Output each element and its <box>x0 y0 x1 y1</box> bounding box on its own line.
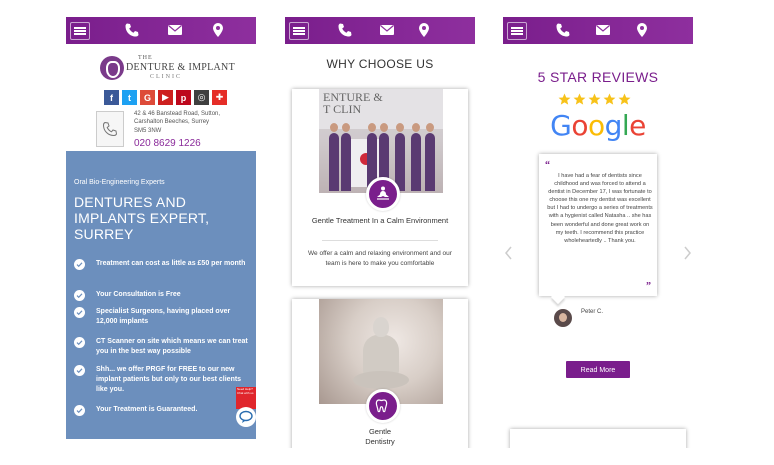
menu-icon[interactable] <box>289 22 309 40</box>
google-letter: e <box>629 109 646 142</box>
top-bar <box>66 17 256 44</box>
chevron-right-icon[interactable] <box>683 246 691 260</box>
instagram-icon[interactable]: ◎ <box>194 90 209 105</box>
meditation-icon <box>366 177 400 211</box>
check-icon <box>74 365 85 376</box>
logo-the: THE <box>138 55 153 61</box>
google-letter: g <box>604 109 623 142</box>
address-line: 42 & 46 Banstead Road, Sutton, <box>134 111 221 117</box>
logo-mark-icon <box>100 56 124 80</box>
feature-text: CT Scanner on site which means we can tr… <box>96 338 248 355</box>
chevron-left-icon[interactable] <box>505 246 513 260</box>
hero-heading: DENTURES AND IMPLANTS EXPERT, SURREY <box>74 194 210 242</box>
hero-kicker: Oral Bio-Engineering Experts <box>74 179 165 186</box>
google-letter: o <box>571 109 588 142</box>
section-title: 5 STAR REVIEWS <box>537 69 659 85</box>
card-title: Gentle Dentistry <box>365 427 395 446</box>
mail-icon[interactable] <box>595 22 611 38</box>
reviewer-name: Peter C. <box>581 309 604 315</box>
location-pin-icon[interactable] <box>210 22 226 38</box>
tooth-icon <box>366 389 400 423</box>
feature-text: Your Treatment is Guaranteed. <box>96 406 198 413</box>
check-icon <box>74 290 85 301</box>
menu-icon[interactable] <box>507 22 527 40</box>
close-quote-icon: ” <box>646 281 651 292</box>
review-card: “ I have had a fear of dentists since ch… <box>539 154 657 296</box>
star-icon <box>558 93 571 105</box>
star-icon <box>603 93 616 105</box>
menu-icon[interactable] <box>70 22 90 40</box>
star-icon <box>588 93 601 105</box>
pinterest-icon[interactable]: p <box>176 90 191 105</box>
feature-text: Your Consultation is Free <box>96 291 181 298</box>
feature-card-calm[interactable]: ENTURE & T CLIN Gentle Treatment In a Ca… <box>292 89 468 286</box>
card-divider <box>322 240 438 241</box>
clinic-sign: ENTURE & T CLIN <box>323 90 383 116</box>
google-letter: G <box>550 109 572 142</box>
check-icon <box>74 337 85 348</box>
google-plus-icon[interactable]: G <box>140 90 155 105</box>
feature-text: Specialist Surgeons, having placed over … <box>96 308 231 325</box>
address-line: Carshalton Beeches, Surrey <box>134 119 210 126</box>
phone-icon[interactable] <box>555 22 571 38</box>
logo-clinic: CLINIC <box>150 74 182 80</box>
address-phone-icon <box>96 111 124 147</box>
hero-section: Oral Bio-Engineering Experts DENTURES AN… <box>66 151 256 439</box>
screen-home: THE DENTURE & IMPLANT CLINIC f t G ▶ p ◎ ✚ 42 … <box>66 17 256 439</box>
facebook-icon[interactable]: f <box>104 90 119 105</box>
open-quote-icon: “ <box>545 160 550 171</box>
top-bar <box>503 17 693 44</box>
review-text: I have had a fear of dentists since chil… <box>547 173 653 244</box>
top-bar <box>285 17 475 44</box>
card-text: We offer a calm and relaxing environment… <box>308 250 452 267</box>
logo-name: DENTURE & IMPLANT <box>126 62 235 73</box>
location-pin-icon[interactable] <box>634 22 650 38</box>
clinic-logo[interactable]: THE DENTURE & IMPLANT CLINIC <box>100 54 235 86</box>
check-icon <box>74 307 85 318</box>
read-more-button[interactable]: Read More <box>566 361 630 378</box>
plus-icon[interactable]: ✚ <box>212 90 227 105</box>
feature-text: Treatment can cost as little as £50 per … <box>96 260 246 267</box>
next-section-card <box>510 429 686 448</box>
avatar <box>554 309 572 327</box>
chat-icon[interactable] <box>236 407 256 427</box>
check-icon <box>74 259 85 270</box>
youtube-icon[interactable]: ▶ <box>158 90 173 105</box>
address-line: SM5 3NW <box>134 127 162 134</box>
clinic-address: 42 & 46 Banstead Road, Sutton, Carshalto… <box>134 110 254 135</box>
feature-text: Shh... we offer PRGF for FREE to our new… <box>96 366 242 393</box>
star-rating <box>558 93 631 106</box>
star-icon <box>573 93 586 105</box>
feature-card-gentle[interactable]: Gentle Dentistry <box>292 299 468 448</box>
phone-icon[interactable] <box>124 22 140 38</box>
phone-number-link[interactable]: 020 8629 1226 <box>134 138 201 149</box>
twitter-icon[interactable]: t <box>122 90 137 105</box>
star-icon <box>618 93 631 105</box>
card-title: Gentle Treatment In a Calm Environment <box>311 216 449 225</box>
help-badge[interactable]: Need Help? Chat with us <box>236 387 256 409</box>
check-icon <box>74 405 85 416</box>
screen-reviews: 5 STAR REVIEWS Google “ I have had a fea… <box>503 17 693 448</box>
mail-icon[interactable] <box>379 22 395 38</box>
screen-why-choose-us: WHY CHOOSE US ENTURE & T CLIN Gentle Tre… <box>285 17 475 448</box>
phone-icon[interactable] <box>337 22 353 38</box>
google-letter: o <box>587 109 605 142</box>
location-pin-icon[interactable] <box>416 22 432 38</box>
google-logo: Google <box>503 109 693 142</box>
section-title: WHY CHOOSE US <box>326 57 434 71</box>
social-links: f t G ▶ p ◎ ✚ <box>104 90 227 105</box>
mail-icon[interactable] <box>167 22 183 38</box>
